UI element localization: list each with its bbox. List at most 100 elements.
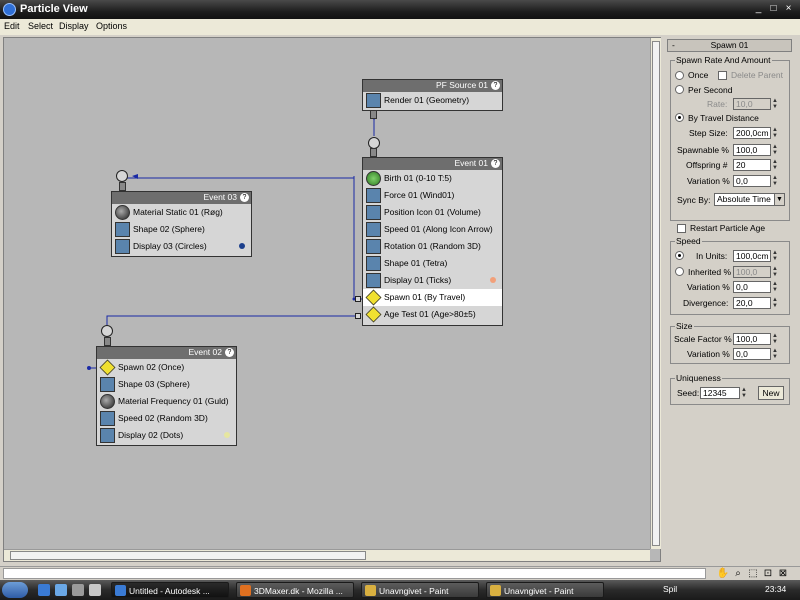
variation-spinner[interactable]: 0,0 ▲ ▼ xyxy=(733,175,778,187)
operator-birth-01[interactable]: Birth 01 (0-10 T:5) xyxy=(363,170,502,187)
zoom-region-icon[interactable]: ⬚ xyxy=(746,567,760,580)
horizontal-scrollbar[interactable] xyxy=(4,549,650,561)
lightbulb-icon[interactable]: ? xyxy=(491,81,500,90)
event-01-node[interactable]: Event 01 ? Birth 01 (0-10 T:5) Force 01 … xyxy=(362,157,503,326)
offspring-spinner[interactable]: 20 ▲ ▼ xyxy=(733,159,778,171)
restart-particle-age-checkbox[interactable] xyxy=(677,224,686,233)
menu-edit[interactable]: Edit xyxy=(4,21,20,31)
operator-material-frequency-01[interactable]: Material Frequency 01 (Guld) xyxy=(97,393,236,410)
in-units-spinner[interactable]: 100,0cm ▲ ▼ xyxy=(733,250,778,262)
inherited-radio[interactable] xyxy=(675,267,684,276)
collapse-toggle[interactable]: - xyxy=(672,40,675,51)
operator-speed-01[interactable]: Speed 01 (Along Icon Arrow) xyxy=(363,221,502,238)
speed-variation-spinner[interactable]: 0,0 ▲ ▼ xyxy=(733,281,778,293)
age-test-output-port[interactable] xyxy=(355,313,361,319)
operator-spawn-02[interactable]: Spawn 02 (Once) xyxy=(97,359,236,376)
scroll-thumb[interactable] xyxy=(652,41,660,546)
lightbulb-icon[interactable]: ? xyxy=(225,348,234,357)
rate-spinner[interactable]: 10,0 ▲ ▼ xyxy=(733,98,778,110)
particle-view-canvas[interactable]: PF Source 01 ? Render 01 (Geometry) Even… xyxy=(3,37,661,562)
quicklaunch-icon[interactable] xyxy=(55,584,67,596)
operator-shape-02[interactable]: Shape 02 (Sphere) xyxy=(112,221,251,238)
lightbulb-icon[interactable]: ? xyxy=(491,159,500,168)
zoom-extents-icon[interactable]: ⊡ xyxy=(761,567,775,580)
spinner-arrows-icon[interactable]: ▲ ▼ xyxy=(771,144,779,156)
operator-shape-03[interactable]: Shape 03 (Sphere) xyxy=(97,376,236,393)
spinner-arrows-icon[interactable]: ▲ ▼ xyxy=(771,333,779,345)
new-seed-button[interactable]: New xyxy=(758,386,784,400)
spinner-arrows-icon[interactable]: ▲ ▼ xyxy=(771,159,779,171)
pf-source-header[interactable]: PF Source 01 ? xyxy=(363,80,502,92)
no-zoom-icon[interactable]: ⊠ xyxy=(776,567,790,580)
by-travel-radio[interactable] xyxy=(675,113,684,122)
quicklaunch-icon[interactable] xyxy=(89,584,101,596)
event-02-header[interactable]: Event 02 ? xyxy=(97,347,236,359)
operator-speed-02[interactable]: Speed 02 (Random 3D) xyxy=(97,410,236,427)
seed-spinner[interactable]: 12345 ▲ ▼ xyxy=(700,387,747,399)
operator-shape-01[interactable]: Shape 01 (Tetra) xyxy=(363,255,502,272)
start-button[interactable] xyxy=(2,582,28,598)
speed-icon xyxy=(366,222,381,237)
maximize-button[interactable]: □ xyxy=(766,2,781,16)
event-03-header[interactable]: Event 03 ? xyxy=(112,192,251,204)
spinner-arrows-icon[interactable]: ▲ ▼ xyxy=(740,387,748,399)
per-second-radio[interactable] xyxy=(675,85,684,94)
in-units-radio[interactable] xyxy=(675,251,684,260)
event-01-header[interactable]: Event 01 ? xyxy=(363,158,502,170)
lightbulb-icon[interactable]: ? xyxy=(240,193,249,202)
quicklaunch-icon[interactable] xyxy=(72,584,84,596)
spinner-arrows-icon[interactable]: ▲ ▼ xyxy=(771,98,779,110)
scroll-thumb[interactable] xyxy=(10,551,366,560)
pan-icon[interactable]: ✋ xyxy=(716,567,730,580)
event-02-node[interactable]: Event 02 ? Spawn 02 (Once) Shape 03 (Sph… xyxy=(96,346,237,446)
spawn-output-port[interactable] xyxy=(355,296,361,302)
operator-rotation-01[interactable]: Rotation 01 (Random 3D) xyxy=(363,238,502,255)
vertical-scrollbar[interactable] xyxy=(650,38,661,549)
zoom-icon[interactable]: ⌕ xyxy=(731,567,745,580)
size-variation-spinner[interactable]: 0,0 ▲ ▼ xyxy=(733,348,778,360)
step-size-spinner[interactable]: 200,0cm ▲ ▼ xyxy=(733,127,778,139)
spinner-arrows-icon[interactable]: ▲ ▼ xyxy=(771,297,779,309)
operator-display-03[interactable]: Display 03 (Circles) xyxy=(112,238,251,255)
spawn-rollout-header[interactable]: - Spawn 01 xyxy=(667,39,792,52)
operator-spawn-01[interactable]: Spawn 01 (By Travel) xyxy=(363,289,502,306)
chevron-down-icon[interactable]: ▼ xyxy=(774,194,784,205)
task-button-paint[interactable]: Unavngivet - Paint xyxy=(361,582,479,598)
operator-render-01[interactable]: Render 01 (Geometry) xyxy=(363,92,502,109)
operator-display-01[interactable]: Display 01 (Ticks) xyxy=(363,272,502,289)
divergence-spinner[interactable]: 20,0 ▲ ▼ xyxy=(733,297,778,309)
minimize-button[interactable]: _ xyxy=(751,2,766,16)
spinner-arrows-icon[interactable]: ▲ ▼ xyxy=(771,281,779,293)
operator-material-static-01[interactable]: Material Static 01 (Røg) xyxy=(112,204,251,221)
pf-source-node[interactable]: PF Source 01 ? Render 01 (Geometry) xyxy=(362,79,503,111)
menu-select[interactable]: Select xyxy=(28,21,53,31)
display-color-dot xyxy=(224,432,230,438)
spinner-arrows-icon[interactable]: ▲ ▼ xyxy=(771,175,779,187)
spinner-arrows-icon[interactable]: ▲ ▼ xyxy=(771,266,779,278)
spawnable-spinner[interactable]: 100,0 ▲ ▼ xyxy=(733,144,778,156)
input-stub xyxy=(370,148,377,157)
language-indicator[interactable]: Spil xyxy=(663,584,677,594)
event-03-node[interactable]: Event 03 ? Material Static 01 (Røg) Shap… xyxy=(111,191,252,257)
delete-parent-checkbox[interactable] xyxy=(718,71,727,80)
close-button[interactable]: × xyxy=(781,2,796,16)
task-button-autodesk[interactable]: Untitled - Autodesk ... xyxy=(111,582,229,598)
quicklaunch-icon[interactable] xyxy=(38,584,50,596)
input-connector[interactable] xyxy=(116,170,128,182)
input-connector[interactable] xyxy=(101,325,113,337)
operator-display-02[interactable]: Display 02 (Dots) xyxy=(97,427,236,444)
spinner-arrows-icon[interactable]: ▲ ▼ xyxy=(771,127,779,139)
spinner-arrows-icon[interactable]: ▲ ▼ xyxy=(771,348,779,360)
scale-factor-spinner[interactable]: 100,0 ▲ ▼ xyxy=(733,333,778,345)
menu-display[interactable]: Display xyxy=(59,21,89,31)
operator-position-icon-01[interactable]: Position Icon 01 (Volume) xyxy=(363,204,502,221)
task-button-mozilla[interactable]: 3DMaxer.dk - Mozilla ... xyxy=(236,582,354,598)
spinner-arrows-icon[interactable]: ▲ ▼ xyxy=(771,250,779,262)
sync-by-dropdown[interactable]: Absolute Time ▼ xyxy=(714,193,785,206)
once-radio[interactable] xyxy=(675,71,684,80)
menu-options[interactable]: Options xyxy=(96,21,127,31)
operator-force-01[interactable]: Force 01 (Wind01) xyxy=(363,187,502,204)
task-button-paint[interactable]: Unavngivet - Paint xyxy=(486,582,604,598)
inherited-spinner[interactable]: 100,0 ▲ ▼ xyxy=(733,266,778,278)
operator-age-test-01[interactable]: Age Test 01 (Age>80±5) xyxy=(363,306,502,323)
